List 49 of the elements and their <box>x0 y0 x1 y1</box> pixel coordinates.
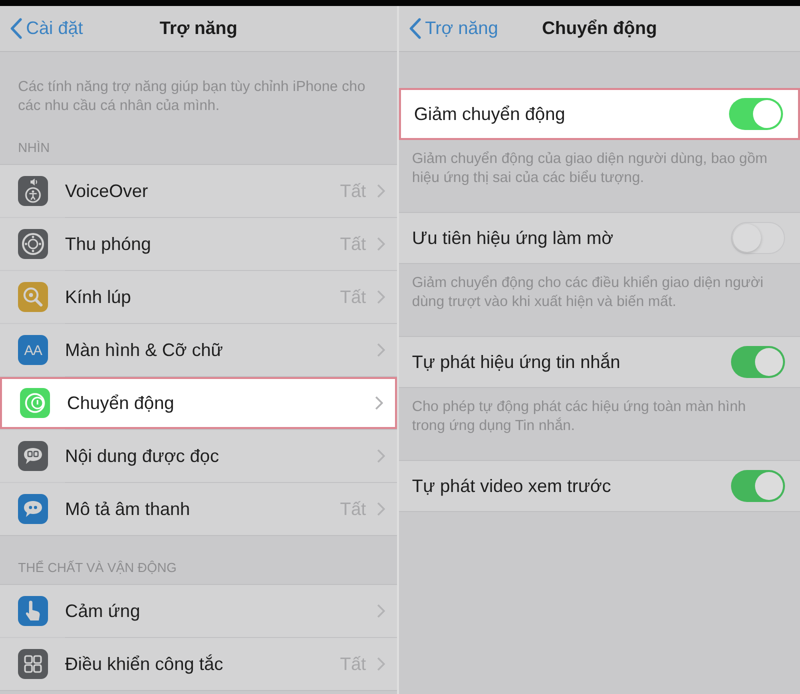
row-label: Tự phát hiệu ứng tin nhắn <box>412 352 620 372</box>
text-size-icon: AA <box>18 335 48 365</box>
row-label: VoiceOver <box>65 180 150 202</box>
magnifier-icon <box>18 282 48 312</box>
row-label: Điều khiển công tắc <box>65 654 224 674</box>
settings-row[interactable]: Chuyển động <box>0 377 397 429</box>
speech-bubble-icon <box>18 494 48 524</box>
section-header: THỂ CHẤT VÀ VẬN ĐỘNG <box>17 559 178 577</box>
toggle-switch[interactable] <box>731 470 785 502</box>
chevron-left-icon <box>10 18 22 39</box>
circles-icon <box>20 388 50 418</box>
chevron-left-icon <box>409 18 421 39</box>
row-label: Ưu tiên hiệu ứng làm mờ <box>412 228 614 248</box>
footer-text: Cho phép tự động phát các hiệu ứng toàn màn hình trong ứng dụng Tin nhắn. <box>411 398 747 436</box>
chevron-right-icon <box>375 396 383 410</box>
chevron-right-icon <box>377 502 385 516</box>
section-header: NHÌN <box>17 139 51 157</box>
chevron-right-icon <box>377 290 385 304</box>
nav-title: Trợ năng <box>160 18 238 39</box>
row-label: Thu phóng <box>65 234 152 254</box>
footer-text: Giảm chuyển động của giao diện người dùng, bao gồm hiệu ứng thị sai của các biểu tượng. <box>411 150 768 188</box>
chevron-right-icon <box>377 449 385 463</box>
toggle-switch[interactable] <box>731 222 785 254</box>
accessibility-icon <box>18 176 48 206</box>
footer-text: Giảm chuyển động cho các điều khiển giao diện người dùng trượt vào khi xuất hiện và biến mất. <box>411 274 764 312</box>
pointing-hand-icon <box>18 596 48 626</box>
toggle-switch[interactable] <box>731 346 785 378</box>
zoom-ring-icon <box>18 229 48 259</box>
nav-title: Chuyển động <box>542 18 657 39</box>
chevron-right-icon <box>377 184 385 198</box>
settings-row[interactable]: AA Màn hình & Cỡ chữ <box>0 324 397 376</box>
speech-bubble-icon <box>18 441 48 471</box>
row-label: Màn hình & Cỡ chữ <box>65 340 224 360</box>
grid-icon <box>18 649 48 679</box>
chevron-right-icon <box>377 343 385 357</box>
row-label: Mô tả âm thanh <box>65 498 192 520</box>
settings-row[interactable]: Nội dung được đọc <box>0 430 397 482</box>
row-label: Cảm ứng <box>65 600 142 622</box>
settings-row[interactable]: Cảm ứng <box>0 585 397 637</box>
row-label: Tự phát video xem trước <box>412 476 611 496</box>
toggle-switch[interactable] <box>729 98 783 130</box>
chevron-right-icon <box>377 657 385 671</box>
chevron-right-icon <box>377 237 385 251</box>
row-label: Kính lúp <box>65 286 132 308</box>
description-text: Các tính năng trợ năng giúp bạn tùy chỉnh iPhone cho các nhu cầu cá nhân của mình. <box>18 78 366 116</box>
row-label: Nội dung được đọc <box>65 446 220 466</box>
row-label: Giảm chuyển động <box>414 104 566 124</box>
row-label: Chuyển động <box>67 392 176 414</box>
chevron-right-icon <box>377 604 385 618</box>
